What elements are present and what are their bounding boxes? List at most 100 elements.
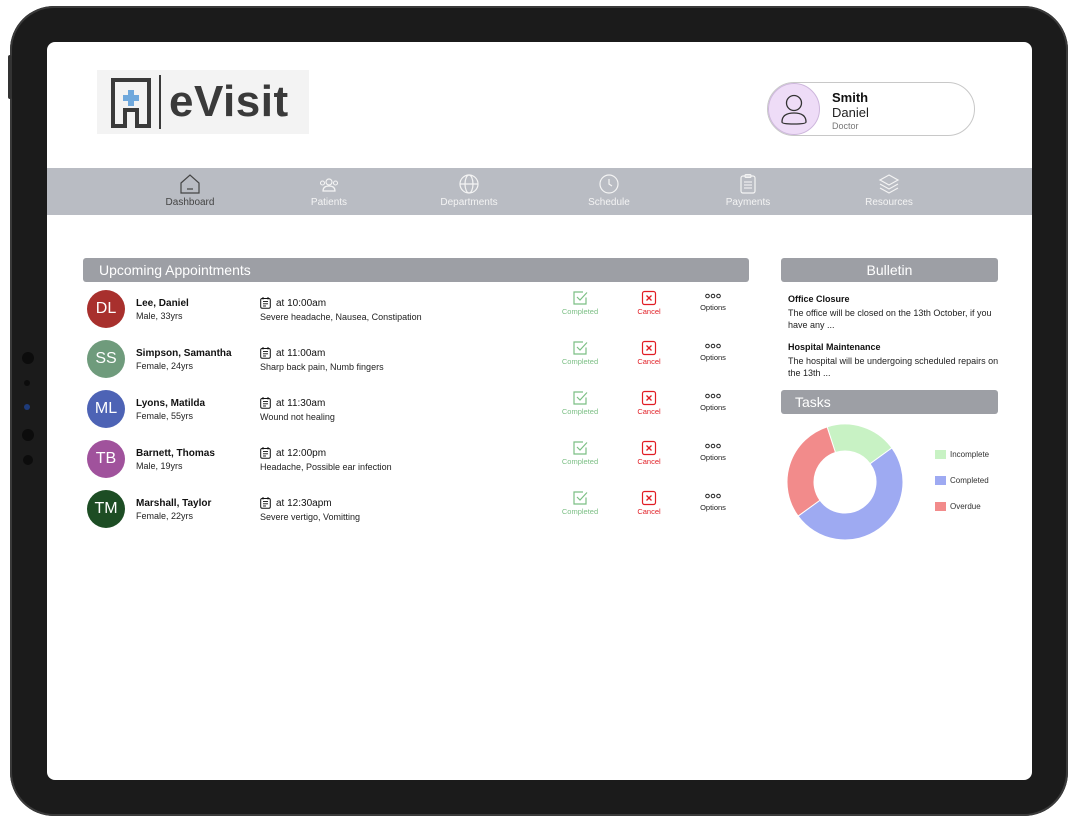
- bulletin-item-body: The office will be closed on the 13th Oc…: [788, 308, 992, 330]
- cancel-icon: [641, 490, 657, 506]
- patient-name: Marshall, Taylor: [136, 498, 212, 509]
- legend-item-incomplete: Incomplete: [935, 450, 989, 459]
- app-screen: eVisit Smith Daniel Doctor Dashboard Pat…: [47, 42, 1032, 780]
- cancel-button[interactable]: Cancel: [629, 290, 669, 316]
- patient-name: Simpson, Samantha: [136, 348, 232, 359]
- appointment-row[interactable]: DL Lee, Daniel Male, 33yrs at 10:00am Severe…: [83, 288, 748, 332]
- cancel-label: Cancel: [637, 307, 661, 316]
- tablet-sensor: [23, 455, 33, 465]
- nav-item-patients[interactable]: Patients: [279, 173, 379, 208]
- cancel-button[interactable]: Cancel: [629, 490, 669, 516]
- appointment-row[interactable]: TM Marshall, Taylor Female, 22yrs at 12:30a…: [83, 488, 748, 532]
- calendar-icon: [260, 347, 271, 359]
- legend-swatch: [935, 502, 946, 511]
- users-icon: [319, 178, 339, 192]
- nav-item-payments[interactable]: Payments: [698, 173, 798, 208]
- home-icon: [180, 174, 200, 194]
- appointment-time-text: at 10:00am: [276, 297, 327, 309]
- appointment-time: at 11:30am: [260, 397, 325, 409]
- appointment-symptoms: Headache, Possible ear infection: [260, 462, 392, 472]
- legend-swatch: [935, 476, 946, 485]
- tasks-donut-chart: [786, 423, 904, 541]
- appointment-row[interactable]: ML Lyons, Matilda Female, 55yrs at 11:30am W…: [83, 388, 748, 432]
- user-profile[interactable]: Smith Daniel Doctor: [767, 82, 975, 136]
- options-button[interactable]: Options: [691, 290, 735, 312]
- patient-avatar: TB: [87, 440, 125, 478]
- options-label: Options: [700, 503, 726, 512]
- tablet-sensor: [22, 352, 34, 364]
- cancel-icon: [641, 290, 657, 306]
- logo-text: eVisit: [169, 77, 289, 126]
- completed-button[interactable]: Completed: [553, 340, 607, 366]
- options-label: Options: [700, 303, 726, 312]
- tasks-header: Tasks: [781, 390, 998, 414]
- appointment-time: at 12:30apm: [260, 497, 332, 509]
- patient-info: Male, 33yrs: [136, 311, 183, 321]
- patient-info: Female, 24yrs: [136, 361, 194, 371]
- profile-role: Doctor: [832, 121, 859, 131]
- cancel-button[interactable]: Cancel: [629, 340, 669, 366]
- profile-last-name: Smith: [832, 90, 869, 105]
- bulletin-item-title: Office Closure: [788, 294, 850, 304]
- nav-item-schedule[interactable]: Schedule: [559, 173, 659, 208]
- appointment-symptoms: Sharp back pain, Numb fingers: [260, 362, 384, 372]
- appointment-time-text: at 11:00am: [276, 347, 326, 359]
- more-dots-icon: [705, 343, 721, 349]
- more-dots-icon: [705, 393, 721, 399]
- nav-label: Payments: [725, 197, 771, 208]
- bulletin-item-title: Hospital Maintenance: [788, 342, 881, 352]
- layers-icon: [878, 174, 900, 194]
- options-label: Options: [700, 453, 726, 462]
- appointment-symptoms: Severe headache, Nausea, Constipation: [260, 312, 422, 322]
- completed-button[interactable]: Completed: [553, 440, 607, 466]
- patient-avatar: ML: [87, 390, 125, 428]
- appointment-row[interactable]: SS Simpson, Samantha Female, 24yrs at 11:00…: [83, 338, 748, 382]
- legend-label: Overdue: [950, 502, 981, 511]
- check-square-icon: [573, 491, 588, 505]
- appointment-row[interactable]: TB Barnett, Thomas Male, 19yrs at 12:00pm He…: [83, 438, 748, 482]
- patient-name: Lee, Daniel: [136, 298, 189, 309]
- appointment-time: at 10:00am: [260, 297, 326, 309]
- calendar-icon: [260, 447, 271, 459]
- cancel-button[interactable]: Cancel: [629, 390, 669, 416]
- tablet-camera: [24, 404, 30, 410]
- cancel-label: Cancel: [637, 457, 661, 466]
- legend-item-overdue: Overdue: [935, 502, 981, 511]
- cancel-button[interactable]: Cancel: [629, 440, 669, 466]
- user-icon: [781, 94, 807, 125]
- completed-label: Completed: [561, 507, 599, 516]
- patient-info: Female, 22yrs: [136, 511, 194, 521]
- completed-button[interactable]: Completed: [553, 490, 607, 516]
- options-button[interactable]: Options: [691, 390, 735, 412]
- check-square-icon: [573, 291, 588, 305]
- completed-button[interactable]: Completed: [553, 290, 607, 316]
- nav-item-resources[interactable]: Resources: [839, 173, 939, 208]
- appointment-time-text: at 12:00pm: [276, 447, 327, 459]
- cancel-label: Cancel: [637, 357, 661, 366]
- tablet-sensor-small: [24, 380, 30, 386]
- app-logo[interactable]: eVisit: [97, 70, 309, 134]
- more-dots-icon: [705, 493, 721, 499]
- options-button[interactable]: Options: [691, 490, 735, 512]
- completed-button[interactable]: Completed: [553, 390, 607, 416]
- appointment-symptoms: Severe vertigo, Vomitting: [260, 512, 361, 522]
- options-button[interactable]: Options: [691, 340, 735, 362]
- nav-label: Patients: [310, 197, 348, 208]
- calendar-icon: [260, 397, 271, 409]
- nav-item-dashboard[interactable]: Dashboard: [140, 173, 240, 208]
- bulletin-header: Bulletin: [781, 258, 998, 282]
- legend-label: Completed: [950, 476, 989, 485]
- nav-label: Departments: [440, 197, 498, 208]
- nav-item-departments[interactable]: Departments: [419, 173, 519, 208]
- options-label: Options: [700, 353, 726, 362]
- cancel-icon: [641, 340, 657, 356]
- appointment-time-text: at 12:30apm: [276, 497, 332, 509]
- clipboard-icon: [740, 173, 756, 194]
- nav-label: Dashboard: [165, 197, 215, 208]
- tablet-sensor: [22, 429, 34, 441]
- check-square-icon: [573, 391, 588, 405]
- nav-label: Schedule: [588, 197, 630, 208]
- globe-icon: [459, 174, 479, 194]
- options-button[interactable]: Options: [691, 440, 735, 462]
- appointment-time: at 12:00pm: [260, 447, 326, 459]
